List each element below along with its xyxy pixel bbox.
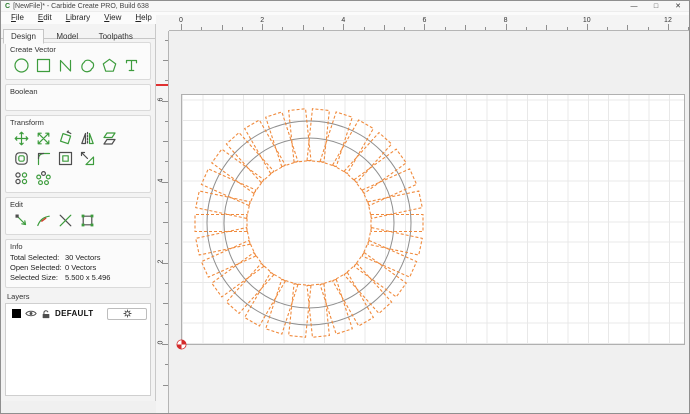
transform-title: Transform bbox=[10, 118, 146, 127]
ruler-stock-marker bbox=[156, 84, 168, 86]
create-vector-group: Create Vector bbox=[5, 42, 151, 80]
eye-icon[interactable] bbox=[25, 309, 37, 318]
resize-tool[interactable] bbox=[77, 149, 97, 168]
layer-name[interactable]: DEFAULT bbox=[55, 309, 93, 318]
window-title: [NewFile]* - Carbide Create PRO, Build 6… bbox=[13, 3, 149, 10]
ruler-corner bbox=[156, 15, 169, 31]
gear-icon bbox=[123, 309, 132, 318]
design-canvas[interactable] bbox=[169, 31, 689, 413]
info-group: Info Total Selected: 30 Vectors Open Sel… bbox=[5, 239, 151, 288]
carbide-create-window: C [NewFile]* - Carbide Create PRO, Build… bbox=[0, 0, 690, 414]
boolean-group: Boolean bbox=[5, 84, 151, 111]
vertical-ruler: 0246 bbox=[156, 31, 169, 413]
menu-library[interactable]: Library bbox=[59, 12, 97, 24]
layers-title: Layers bbox=[7, 292, 155, 301]
menu-file[interactable]: File bbox=[4, 12, 31, 24]
selected-rect-vector[interactable] bbox=[354, 149, 406, 193]
polyline-tool[interactable] bbox=[55, 56, 75, 75]
polygon-tool[interactable] bbox=[99, 56, 119, 75]
transform-group: Transform bbox=[5, 115, 151, 193]
selected-rect-vector[interactable] bbox=[333, 272, 374, 326]
menu-view[interactable]: View bbox=[97, 12, 128, 24]
fillet-tool[interactable] bbox=[33, 149, 53, 168]
selected-rect-vector[interactable] bbox=[289, 284, 311, 337]
menu-help[interactable]: Help bbox=[128, 12, 158, 24]
minimize-button[interactable]: — bbox=[623, 1, 645, 11]
tab-design[interactable]: Design bbox=[3, 29, 44, 44]
scale-tool[interactable] bbox=[33, 129, 53, 148]
circle-tool[interactable] bbox=[11, 56, 31, 75]
move-tool[interactable] bbox=[11, 129, 31, 148]
app-icon: C bbox=[5, 2, 10, 11]
tab-model[interactable]: Model bbox=[48, 29, 86, 44]
selected-rect-vector[interactable] bbox=[245, 272, 286, 326]
selected-rect-vector[interactable] bbox=[333, 120, 374, 174]
trim-tool[interactable] bbox=[33, 211, 53, 230]
circle-vector[interactable] bbox=[224, 138, 394, 308]
title-bar: C [NewFile]* - Carbide Create PRO, Build… bbox=[1, 1, 689, 12]
origin-marker-icon bbox=[176, 339, 187, 350]
break-tool[interactable] bbox=[55, 211, 75, 230]
shear-tool[interactable] bbox=[99, 129, 119, 148]
maximize-button[interactable]: □ bbox=[645, 1, 667, 11]
selected-rect-vector[interactable] bbox=[212, 253, 264, 297]
offset-tool[interactable] bbox=[11, 149, 31, 168]
canvas-column: 024681012 0246 bbox=[156, 15, 689, 413]
horizontal-ruler: 024681012 bbox=[169, 15, 689, 31]
info-title: Info bbox=[10, 242, 146, 251]
unlock-icon[interactable] bbox=[41, 309, 51, 319]
node-box-tool[interactable] bbox=[77, 211, 97, 230]
info-total-selected: Total Selected: 30 Vectors bbox=[10, 253, 146, 263]
tab-toolpaths[interactable]: Toolpaths bbox=[91, 29, 141, 44]
layer-row-default[interactable]: DEFAULT bbox=[9, 306, 147, 321]
layer-settings-button[interactable] bbox=[107, 308, 147, 320]
stock-area[interactable] bbox=[181, 94, 685, 345]
create-vector-title: Create Vector bbox=[10, 45, 146, 54]
rectangle-tool[interactable] bbox=[33, 56, 53, 75]
selected-rect-vector[interactable] bbox=[212, 149, 264, 193]
selected-rect-vector[interactable] bbox=[245, 120, 286, 174]
circular-array-tool[interactable] bbox=[33, 169, 53, 188]
text-tool[interactable] bbox=[121, 56, 141, 75]
align-tool[interactable] bbox=[55, 149, 75, 168]
curve-tool[interactable] bbox=[77, 56, 97, 75]
node-edit-tool[interactable] bbox=[11, 211, 31, 230]
vector-design[interactable] bbox=[182, 95, 686, 346]
selected-rect-vector[interactable] bbox=[354, 253, 406, 297]
color-swatch[interactable] bbox=[12, 309, 21, 318]
panel-tabs: Design Model Toolpaths bbox=[1, 24, 155, 39]
boolean-title: Boolean bbox=[10, 87, 146, 96]
layers-list[interactable]: DEFAULT bbox=[5, 303, 151, 396]
rotate-tool[interactable] bbox=[55, 129, 75, 148]
left-panel: Design Model Toolpaths Create Vector Boo… bbox=[1, 24, 156, 401]
mirror-tool[interactable] bbox=[77, 129, 97, 148]
info-open-selected: Open Selected: 0 Vectors bbox=[10, 263, 146, 273]
info-selected-size: Selected Size: 5.500 x 5.496 bbox=[10, 273, 146, 283]
edit-title: Edit bbox=[10, 200, 146, 209]
menu-edit[interactable]: Edit bbox=[31, 12, 59, 24]
window-controls: — □ ✕ bbox=[623, 1, 689, 11]
circle-vector[interactable] bbox=[207, 121, 411, 325]
close-button[interactable]: ✕ bbox=[667, 1, 689, 11]
linear-array-tool[interactable] bbox=[11, 169, 31, 188]
edit-group: Edit bbox=[5, 197, 151, 235]
selected-rect-vector[interactable] bbox=[307, 109, 329, 162]
